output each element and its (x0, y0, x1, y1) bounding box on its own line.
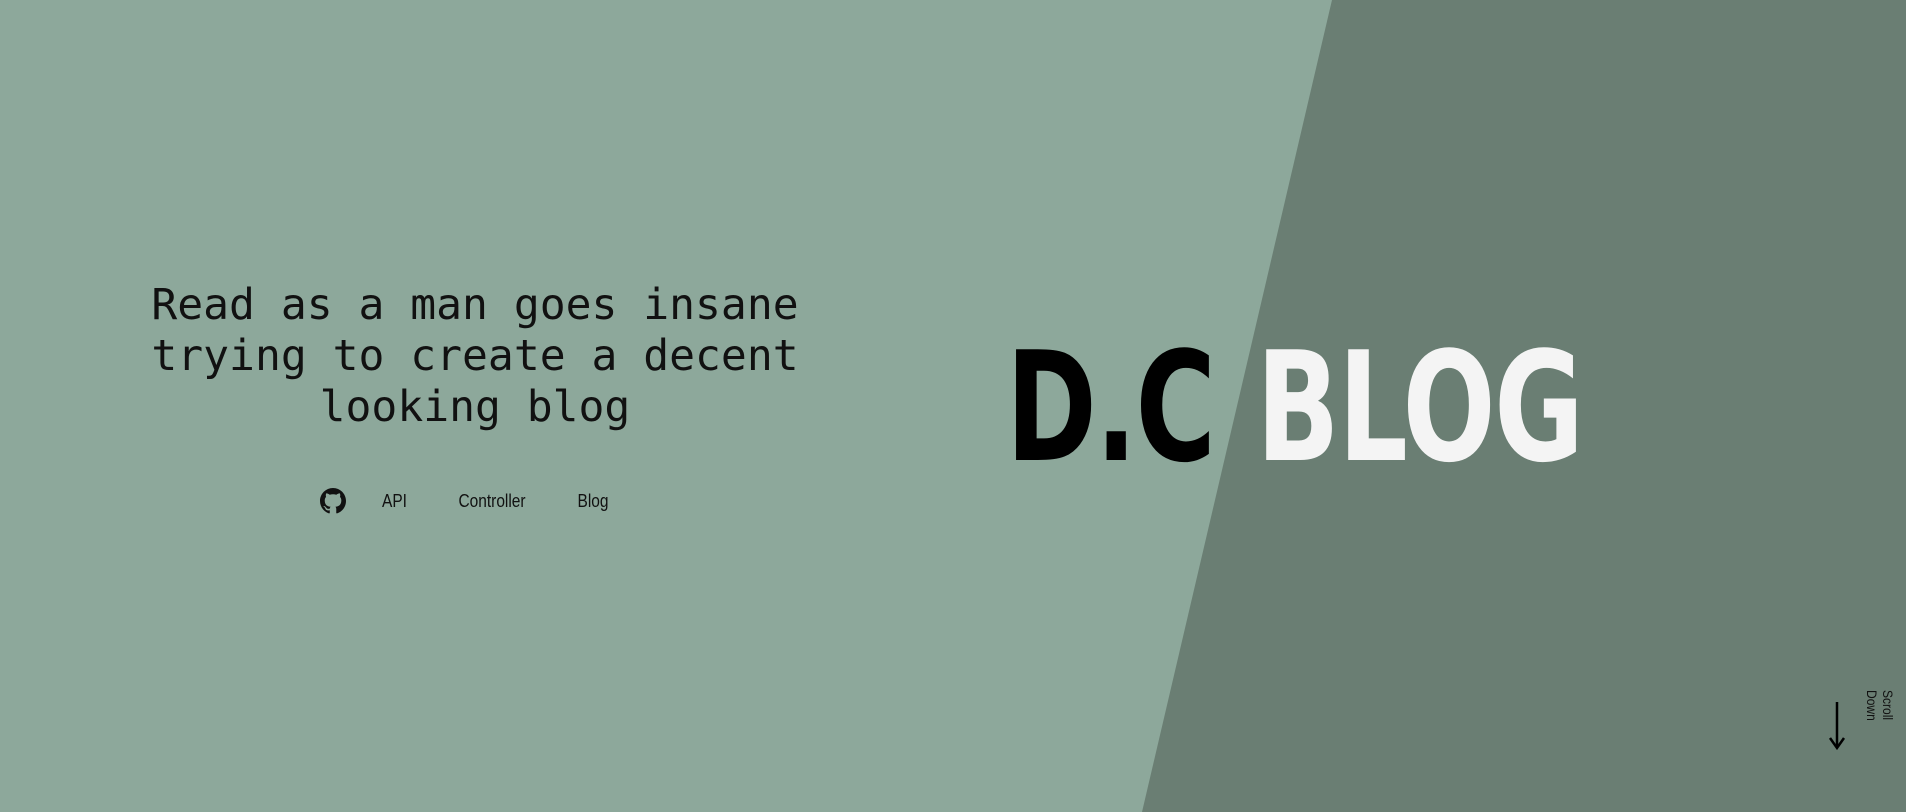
arrow-down-svg (1828, 702, 1846, 751)
brand-dc: D.C (1006, 319, 1216, 496)
brand-blog: BLOG (1256, 319, 1584, 496)
scroll-down-indicator[interactable]: Scroll Down (1818, 690, 1896, 760)
nav-link-blog[interactable]: Blog (559, 491, 628, 512)
arrow-down-icon (1828, 700, 1846, 752)
tagline-line-2: trying to create a decent (151, 331, 799, 381)
tagline-line-3: looking blog (319, 382, 631, 432)
hero-nav: API Controller Blog (320, 486, 633, 516)
hero-tagline: Read as a man goes insane trying to crea… (110, 280, 840, 433)
nav-link-api[interactable]: API (363, 491, 426, 512)
github-icon[interactable] (320, 488, 346, 514)
github-icon-svg (320, 488, 346, 514)
brand-logo: D.C BLOG (1006, 332, 1584, 484)
scroll-down-label[interactable]: Scroll Down (1864, 690, 1896, 750)
nav-link-controller[interactable]: Controller (440, 491, 545, 512)
tagline-line-1: Read as a man goes insane (151, 280, 799, 330)
